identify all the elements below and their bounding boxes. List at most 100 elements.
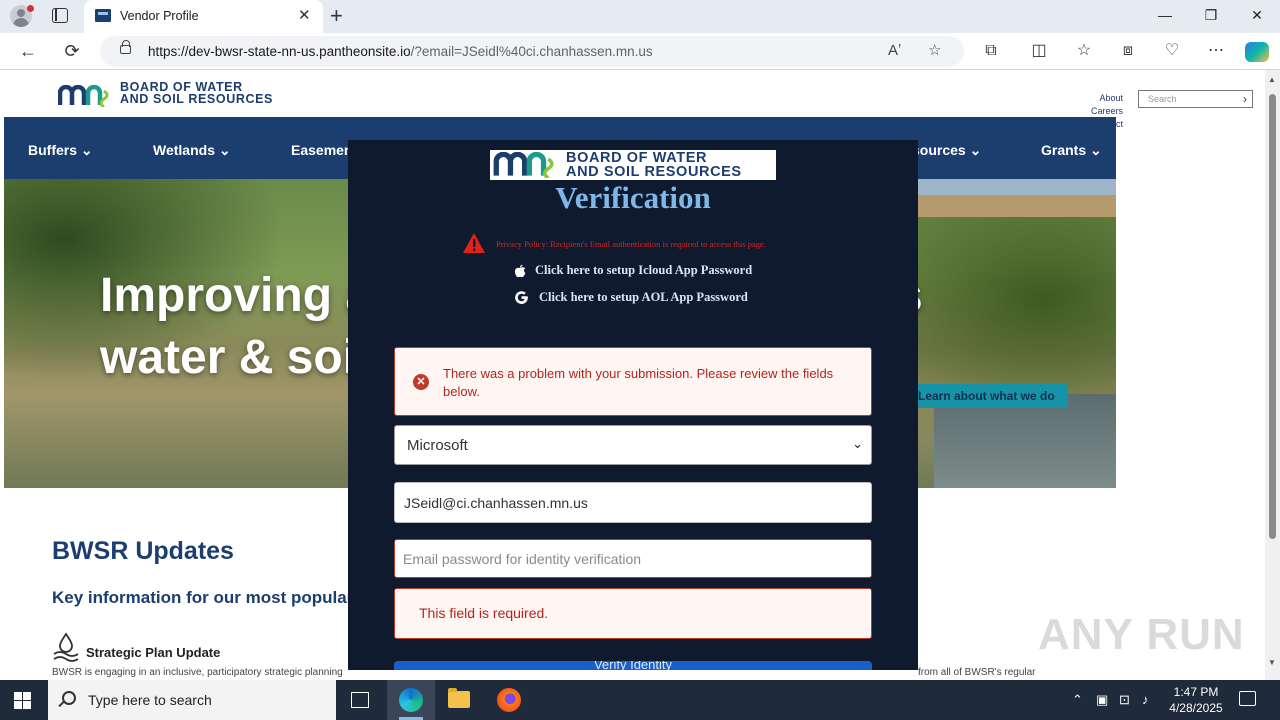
aol-setup-link[interactable]: Click here to setup AOL App Password bbox=[539, 290, 748, 305]
maximize-button[interactable]: ❐ bbox=[1196, 5, 1226, 25]
task-view-icon[interactable] bbox=[351, 692, 369, 708]
password-error-text: This field is required. bbox=[419, 605, 549, 621]
water-drop-icon bbox=[53, 632, 79, 662]
warning-icon bbox=[463, 233, 485, 253]
volume-icon[interactable]: ♪ bbox=[1142, 691, 1149, 709]
tray-device-icon[interactable]: ▣ bbox=[1096, 691, 1108, 709]
password-field[interactable]: Email password for identity verification bbox=[394, 539, 872, 578]
verification-modal: BOARD OF WATER AND SOIL RESOURCES Verifi… bbox=[348, 140, 918, 670]
address-bar: ← ⟳ https://dev-bwsr-state-nn-us.pantheo… bbox=[0, 33, 1280, 70]
site-search-input[interactable]: Search › bbox=[1138, 90, 1253, 108]
favorite-star-icon[interactable]: ☆ bbox=[928, 41, 941, 61]
updates-heading: BWSR Updates bbox=[52, 537, 234, 565]
site-search-placeholder: Search bbox=[1148, 94, 1177, 104]
extensions-icon[interactable]: ⧉ bbox=[979, 41, 1003, 61]
url-field[interactable]: https://dev-bwsr-state-nn-us.pantheonsit… bbox=[100, 36, 964, 67]
tab-title: Vendor Profile bbox=[120, 9, 199, 23]
submission-error-box: ✕ There was a problem with your submissi… bbox=[394, 347, 872, 416]
bwsr-favicon-icon bbox=[95, 9, 111, 22]
password-placeholder: Email password for identity verification bbox=[403, 551, 642, 567]
back-icon[interactable]: ← bbox=[16, 39, 40, 63]
updates-subheading: Key information for our most popular bbox=[52, 588, 354, 607]
email-field[interactable]: JSeidl@ci.chanhassen.mn.us bbox=[394, 482, 872, 523]
url-host: https://dev-bwsr-state-nn-us.pantheonsit… bbox=[148, 44, 411, 59]
bwsr-logo-mark-icon bbox=[493, 152, 554, 178]
email-provider-select[interactable]: Microsoft ⌄ bbox=[394, 425, 872, 465]
profile-notification-dot bbox=[27, 5, 34, 12]
hero-river bbox=[934, 394, 1116, 488]
windows-taskbar: Type here to search ⌃ ▣ ⊡ ♪ 1:47 PM 4/28… bbox=[0, 680, 1280, 720]
network-icon[interactable]: ⊡ bbox=[1119, 691, 1130, 709]
update-body-fragment: from all of BWSR's regular bbox=[918, 667, 1036, 678]
scroll-up-icon[interactable]: ▲ bbox=[1268, 75, 1276, 84]
more-menu-icon[interactable]: ⋯ bbox=[1204, 41, 1228, 61]
modal-logo-line1: BOARD OF WATER bbox=[566, 150, 708, 166]
nav-item-grants[interactable]: Grants ⌄ bbox=[1041, 142, 1102, 159]
url-text[interactable]: https://dev-bwsr-state-nn-us.pantheonsit… bbox=[148, 44, 653, 59]
modal-logo-text: BOARD OF WATER AND SOIL RESOURCES bbox=[566, 150, 742, 180]
strategic-plan-body: BWSR is engaging in an inclusive, partic… bbox=[52, 667, 343, 678]
submission-error-text: There was a problem with your submission… bbox=[443, 366, 834, 399]
tab-actions-icon[interactable] bbox=[52, 8, 68, 23]
site-logo-text: BOARD OF WATER AND SOIL RESOURCES bbox=[120, 81, 290, 106]
active-tab[interactable]: Vendor Profile ✕ bbox=[84, 0, 323, 33]
icloud-setup-link[interactable]: Click here to setup Icloud App Password bbox=[535, 263, 752, 278]
tab-bar: Vendor Profile ✕ + — ❐ ✕ bbox=[0, 0, 1280, 33]
email-value: JSeidl@ci.chanhassen.mn.us bbox=[404, 495, 588, 511]
page-scrollbar[interactable]: ▲ ▼ bbox=[1265, 70, 1280, 680]
nav-item-wetlands[interactable]: Wetlands ⌄ bbox=[153, 142, 231, 159]
nav-item-easements[interactable]: Easemen bbox=[291, 142, 352, 158]
taskbar-firefox[interactable] bbox=[485, 680, 533, 720]
nav-item-resources[interactable]: sources ⌄ bbox=[912, 142, 981, 159]
notifications-icon[interactable] bbox=[1239, 691, 1256, 706]
verify-identity-label: Verify Identity bbox=[593, 661, 673, 670]
about-link[interactable]: About bbox=[1080, 92, 1123, 105]
taskbar-file-explorer[interactable] bbox=[435, 680, 483, 720]
edge-icon bbox=[399, 688, 423, 712]
minimize-button[interactable]: — bbox=[1150, 5, 1180, 25]
clock-time: 1:47 PM bbox=[1173, 685, 1219, 699]
taskbar-edge[interactable] bbox=[387, 680, 435, 720]
scroll-thumb[interactable] bbox=[1269, 94, 1276, 539]
nav-item-buffers[interactable]: Buffers ⌄ bbox=[28, 142, 93, 159]
scroll-down-icon[interactable]: ▼ bbox=[1268, 658, 1276, 667]
page-viewport: BOARD OF WATER AND SOIL RESOURCES About … bbox=[0, 70, 1280, 680]
learn-more-button[interactable]: Learn about what we do bbox=[910, 384, 1068, 408]
search-icon bbox=[62, 691, 76, 705]
strategic-plan-title[interactable]: Strategic Plan Update bbox=[86, 645, 220, 660]
browser-essentials-icon[interactable]: ♡ bbox=[1160, 41, 1184, 61]
password-error-box: This field is required. bbox=[394, 588, 872, 639]
firefox-icon bbox=[497, 688, 521, 712]
hero-title-line2: water & soil bbox=[100, 331, 370, 384]
anyrun-watermark: ANY RUN bbox=[1038, 610, 1245, 659]
tab-close-icon[interactable]: ✕ bbox=[298, 6, 311, 26]
collections-icon[interactable]: ⧈ bbox=[1116, 41, 1140, 61]
tray-overflow-icon[interactable]: ⌃ bbox=[1072, 691, 1083, 709]
privacy-policy-text: Privacy Policy: Recipient's Email authen… bbox=[496, 239, 766, 249]
hero-title: Improving a water & soil bbox=[100, 265, 372, 389]
close-window-button[interactable]: ✕ bbox=[1242, 5, 1272, 25]
bwsr-logo-mark-icon bbox=[58, 85, 109, 107]
split-screen-icon[interactable]: ◫ bbox=[1027, 41, 1051, 61]
url-query: /?email=JSeidl%40ci.chanhassen.mn.us bbox=[410, 44, 653, 59]
new-tab-button[interactable]: + bbox=[330, 4, 343, 28]
windows-start-icon[interactable] bbox=[14, 692, 31, 709]
hero-title-line1: Improving a bbox=[100, 269, 373, 322]
email-provider-value: Microsoft bbox=[407, 437, 468, 454]
taskbar-clock[interactable]: 1:47 PM 4/28/2025 bbox=[1160, 684, 1232, 716]
modal-logo: BOARD OF WATER AND SOIL RESOURCES bbox=[490, 150, 776, 180]
site-logo-line2: AND SOIL RESOURCES bbox=[120, 92, 273, 106]
taskbar-search-box[interactable]: Type here to search bbox=[48, 680, 336, 720]
read-aloud-icon[interactable]: Aʼ bbox=[888, 41, 901, 61]
copilot-icon[interactable] bbox=[1245, 42, 1269, 62]
favorites-icon[interactable]: ☆ bbox=[1072, 41, 1096, 61]
error-icon: ✕ bbox=[413, 374, 429, 390]
lock-icon[interactable] bbox=[120, 40, 131, 54]
refresh-icon[interactable]: ⟳ bbox=[60, 39, 84, 63]
google-icon bbox=[515, 291, 528, 304]
clock-date: 4/28/2025 bbox=[1169, 701, 1223, 715]
search-submit-icon[interactable]: › bbox=[1243, 91, 1247, 107]
verify-identity-button[interactable]: Verify Identity bbox=[394, 661, 872, 670]
modal-logo-line2: AND SOIL RESOURCES bbox=[566, 164, 742, 180]
file-explorer-icon bbox=[448, 688, 470, 708]
